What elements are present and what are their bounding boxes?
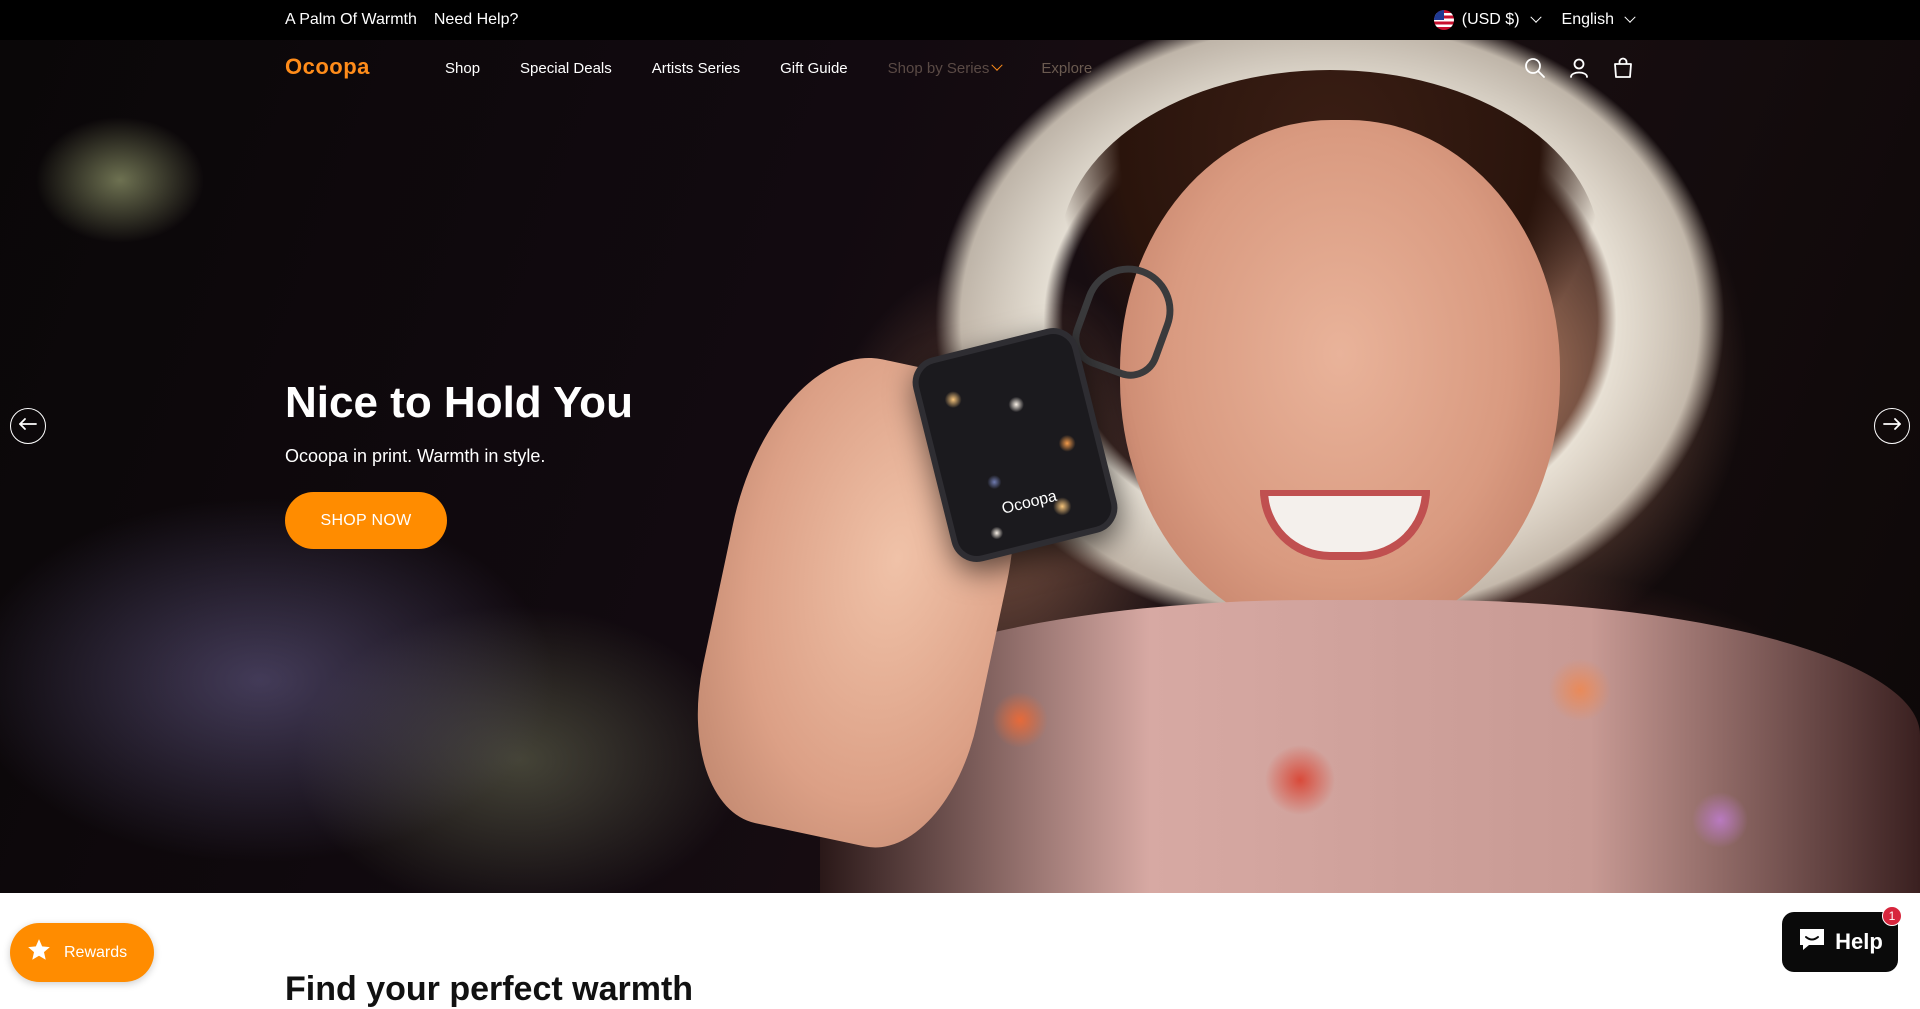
hero-subtitle: Ocoopa in print. Warmth in style.: [285, 446, 546, 466]
nav-explore[interactable]: Explore: [1041, 60, 1092, 77]
arrow-left-icon: [18, 417, 38, 436]
chevron-down-icon: [991, 59, 1004, 71]
need-help-link[interactable]: Need Help?: [434, 11, 519, 29]
rewards-label: Rewards: [64, 943, 128, 961]
search-icon[interactable]: [1524, 57, 1546, 79]
arrow-right-icon: [1882, 417, 1902, 436]
chat-icon: [1797, 926, 1827, 958]
cart-icon[interactable]: [1612, 57, 1634, 79]
carousel-prev-button[interactable]: [10, 408, 46, 444]
chevron-down-icon: [1529, 11, 1542, 23]
palm-of-warmth-link[interactable]: A Palm Of Warmth: [285, 11, 417, 29]
rewards-button[interactable]: Rewards: [10, 923, 154, 982]
hero-image-face: [1120, 120, 1560, 640]
help-chat-button[interactable]: Help: [1782, 912, 1898, 972]
chevron-down-icon: [1624, 11, 1636, 23]
nav-gift-guide[interactable]: Gift Guide: [780, 60, 848, 77]
announcement-links: A Palm Of Warmth Need Help?: [285, 0, 518, 40]
notification-badge: 1: [1882, 906, 1902, 926]
currency-selector[interactable]: (USD $): [1433, 10, 1542, 30]
nav-shop-by-series[interactable]: Shop by Series: [887, 59, 1004, 77]
main-nav: Shop Special Deals Artists Series Gift G…: [445, 40, 1132, 96]
hero-title: Nice to Hold You: [285, 378, 633, 427]
language-selector[interactable]: English: [1561, 11, 1636, 29]
star-icon: [26, 937, 52, 968]
us-flag-icon: [1433, 10, 1454, 30]
announcement-bar: A Palm Of Warmth Need Help? (USD $) Engl…: [0, 0, 1920, 40]
nav-shop-by-series-label: Shop by Series: [887, 59, 990, 77]
nav-artists-series[interactable]: Artists Series: [652, 60, 740, 77]
language-label: English: [1561, 11, 1614, 28]
header-icons: [1524, 40, 1634, 96]
site-header: Ocoopa Shop Special Deals Artists Series…: [0, 40, 1920, 96]
nav-shop[interactable]: Shop: [445, 60, 480, 77]
account-icon[interactable]: [1568, 57, 1590, 79]
currency-label: (USD $): [1461, 11, 1520, 28]
nav-special-deals[interactable]: Special Deals: [520, 60, 612, 77]
site-logo[interactable]: Ocoopa: [285, 54, 370, 80]
carousel-next-button[interactable]: [1874, 408, 1910, 444]
shop-now-button[interactable]: SHOP NOW: [285, 492, 447, 549]
section-title: Find your perfect warmth: [285, 970, 694, 1008]
locale-selectors: (USD $) English: [1433, 0, 1636, 40]
device-brand-label: Ocoopa: [1000, 487, 1059, 518]
help-label: Help: [1835, 929, 1883, 954]
